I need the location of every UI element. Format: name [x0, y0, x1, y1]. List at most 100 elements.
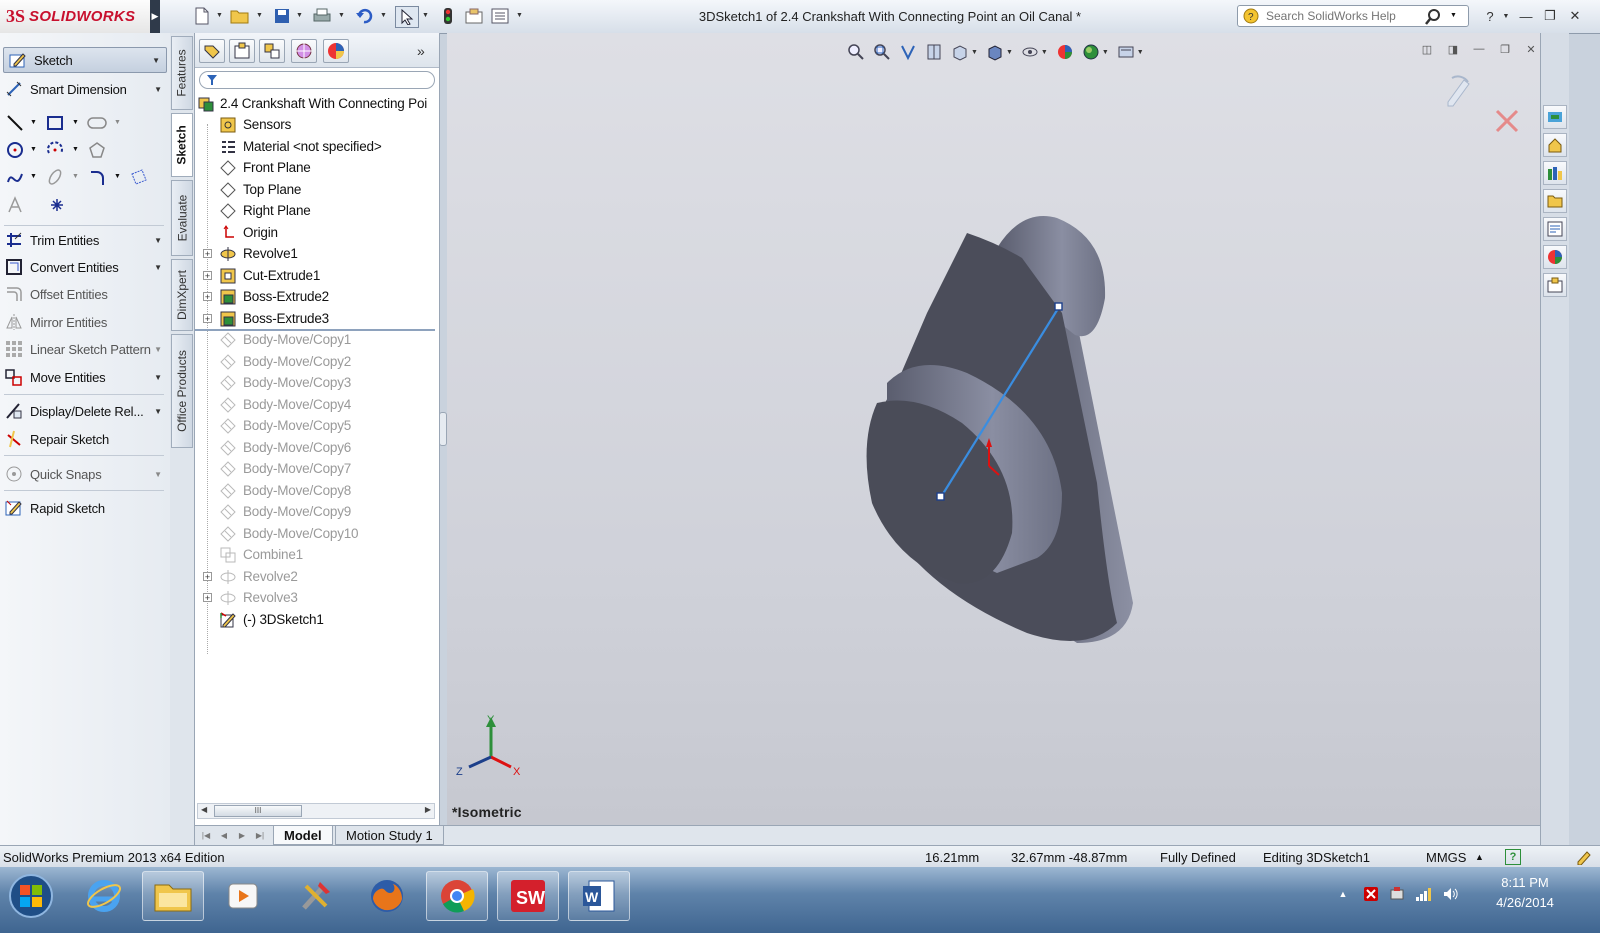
chevron-down-icon[interactable]: ▼	[1137, 49, 1144, 56]
zoom-to-fit-icon[interactable]	[845, 42, 867, 62]
offset-entities-button[interactable]: Offset Entities	[0, 281, 168, 307]
undo-icon[interactable]	[354, 6, 374, 26]
new-document-icon[interactable]	[192, 6, 212, 26]
chevron-down-icon[interactable]: ▼	[154, 470, 162, 479]
polygon-icon[interactable]	[86, 139, 108, 161]
tree-item-sensors[interactable]: Sensors	[195, 114, 439, 135]
graphics-area[interactable]: ▼ ▼ ▼ ▼ ▼ ◫ ◨ — ❐ ✕ Y X Z *Isometric	[447, 33, 1540, 825]
tree-item-cut-extrude1[interactable]: + Cut-Extrude1	[195, 265, 439, 286]
arc-icon[interactable]	[44, 139, 66, 161]
circle-icon[interactable]	[4, 139, 26, 161]
hide-show-items-icon[interactable]	[1019, 42, 1041, 62]
chrome-taskbar-button[interactable]	[426, 871, 488, 921]
repair-sketch-button[interactable]: Repair Sketch	[0, 426, 168, 452]
file-explorer-taskbar-button[interactable]	[142, 871, 204, 921]
tree-item-origin[interactable]: Origin	[195, 222, 439, 243]
plane-icon[interactable]	[128, 166, 150, 188]
property-manager-tab[interactable]	[229, 39, 255, 63]
system-clock[interactable]: 8:11 PM 4/26/2014	[1485, 873, 1565, 913]
point-icon[interactable]	[46, 194, 68, 216]
tree-item-front-plane[interactable]: Front Plane	[195, 157, 439, 178]
custom-properties-icon[interactable]	[1543, 273, 1567, 297]
expand-icon[interactable]: +	[203, 572, 212, 582]
chevron-down-icon[interactable]: ▼	[296, 12, 304, 20]
tree-root-part[interactable]: 2.4 Crankshaft With Connecting Poi	[195, 93, 439, 114]
zoom-to-area-icon[interactable]	[871, 42, 893, 62]
tree-item-revolve3[interactable]: + Revolve3	[195, 587, 439, 608]
ellipse-icon[interactable]	[44, 166, 66, 188]
chevron-down-icon[interactable]: ▼	[338, 12, 346, 20]
design-library-icon[interactable]	[1543, 161, 1567, 185]
tree-item-body-move-copy9[interactable]: Body-Move/Copy9	[195, 501, 439, 522]
chevron-down-icon[interactable]: ▼	[516, 12, 524, 20]
confirmation-corner-exit-icon[interactable]	[1494, 108, 1520, 134]
file-properties-icon[interactable]	[464, 6, 484, 26]
chevron-down-icon[interactable]: ▼	[72, 119, 79, 126]
firefox-taskbar-button[interactable]	[356, 871, 418, 921]
home-icon[interactable]	[1543, 133, 1567, 157]
close-icon[interactable]: ✕	[1565, 7, 1585, 25]
close-icon[interactable]: ✕	[1522, 42, 1540, 56]
tree-item-3dsketch1[interactable]: (-) 3DSketch1	[195, 609, 439, 630]
previous-view-icon[interactable]	[897, 42, 919, 62]
tab-evaluate[interactable]: Evaluate	[171, 180, 193, 256]
tree-item-body-move-copy8[interactable]: Body-Move/Copy8	[195, 480, 439, 501]
chevron-down-icon[interactable]: ▼	[152, 56, 160, 65]
convert-entities-button[interactable]: Convert Entities ▼	[0, 254, 168, 280]
minimize-icon[interactable]: —	[1470, 42, 1488, 56]
view-orientation-icon[interactable]	[949, 42, 971, 62]
tree-item-right-plane[interactable]: Right Plane	[195, 200, 439, 221]
tree-item-body-move-copy6[interactable]: Body-Move/Copy6	[195, 437, 439, 458]
open-folder-icon[interactable]	[230, 6, 250, 26]
display-style-icon[interactable]	[984, 42, 1006, 62]
media-player-taskbar-button[interactable]	[212, 871, 274, 921]
rebuild-status-icon[interactable]	[1575, 849, 1591, 865]
sketch-button[interactable]: Sketch ▼	[3, 47, 167, 73]
save-icon[interactable]	[272, 6, 292, 26]
chevron-down-icon[interactable]: ▼	[72, 173, 79, 180]
tab-motion-study-1[interactable]: Motion Study 1	[335, 826, 444, 845]
start-button[interactable]	[2, 871, 60, 921]
chevron-down-icon[interactable]: ▼	[216, 12, 224, 20]
chevron-down-icon[interactable]: ▼	[1450, 12, 1457, 19]
tree-item-boss-extrude3[interactable]: + Boss-Extrude3	[195, 308, 439, 329]
apply-scene-icon[interactable]	[1080, 42, 1102, 62]
tab-dimxpert[interactable]: DimXpert	[171, 259, 193, 331]
view-settings-icon[interactable]	[1115, 42, 1137, 62]
split-view-icon[interactable]: ◫	[1418, 42, 1436, 56]
trim-entities-button[interactable]: Trim Entities ▼	[0, 227, 168, 253]
linear-sketch-pattern-button[interactable]: Linear Sketch Pattern ▼	[0, 336, 168, 362]
file-explorer-icon[interactable]	[1543, 189, 1567, 213]
volume-icon[interactable]	[1442, 885, 1460, 903]
units-arrow-icon[interactable]: ▲	[1475, 852, 1484, 862]
tree-item-combine1[interactable]: Combine1	[195, 544, 439, 565]
tree-item-body-move-copy7[interactable]: Body-Move/Copy7	[195, 458, 439, 479]
chevron-down-icon[interactable]: ▼	[154, 373, 162, 382]
quick-snaps-button[interactable]: Quick Snaps ▼	[0, 461, 168, 487]
text-icon[interactable]	[4, 194, 26, 216]
sketch-endpoint[interactable]	[1054, 302, 1063, 311]
chevron-down-icon[interactable]: ▼	[72, 146, 79, 153]
scroll-left-icon[interactable]: ◀	[201, 805, 207, 814]
rectangle-icon[interactable]	[44, 112, 66, 134]
internet-explorer-taskbar-button[interactable]	[73, 871, 135, 921]
tree-item-boss-extrude2[interactable]: + Boss-Extrude2	[195, 286, 439, 307]
chevron-down-icon[interactable]: ▼	[114, 173, 121, 180]
tree-item-top-plane[interactable]: Top Plane	[195, 179, 439, 200]
chevron-down-icon[interactable]: ▼	[1041, 49, 1048, 56]
chevron-down-icon[interactable]: ▼	[256, 12, 264, 20]
scroll-right-icon[interactable]: ▶	[425, 805, 431, 814]
fillet-icon[interactable]	[86, 166, 108, 188]
scroll-thumb[interactable]: III	[214, 805, 302, 817]
expand-icon[interactable]: +	[203, 249, 212, 259]
tree-item-body-move-copy10[interactable]: Body-Move/Copy10	[195, 523, 439, 544]
tools-taskbar-button[interactable]	[285, 871, 347, 921]
search-icon[interactable]	[1424, 8, 1442, 26]
chevron-down-icon[interactable]: ▼	[154, 85, 162, 94]
word-taskbar-button[interactable]: W	[568, 871, 630, 921]
show-hidden-icons-icon[interactable]: ▲	[1334, 885, 1352, 903]
options-icon[interactable]	[490, 6, 510, 26]
tab-sketch[interactable]: Sketch	[171, 113, 193, 177]
chevron-down-icon[interactable]: ▼	[380, 12, 388, 20]
move-entities-button[interactable]: Move Entities ▼	[0, 364, 168, 390]
